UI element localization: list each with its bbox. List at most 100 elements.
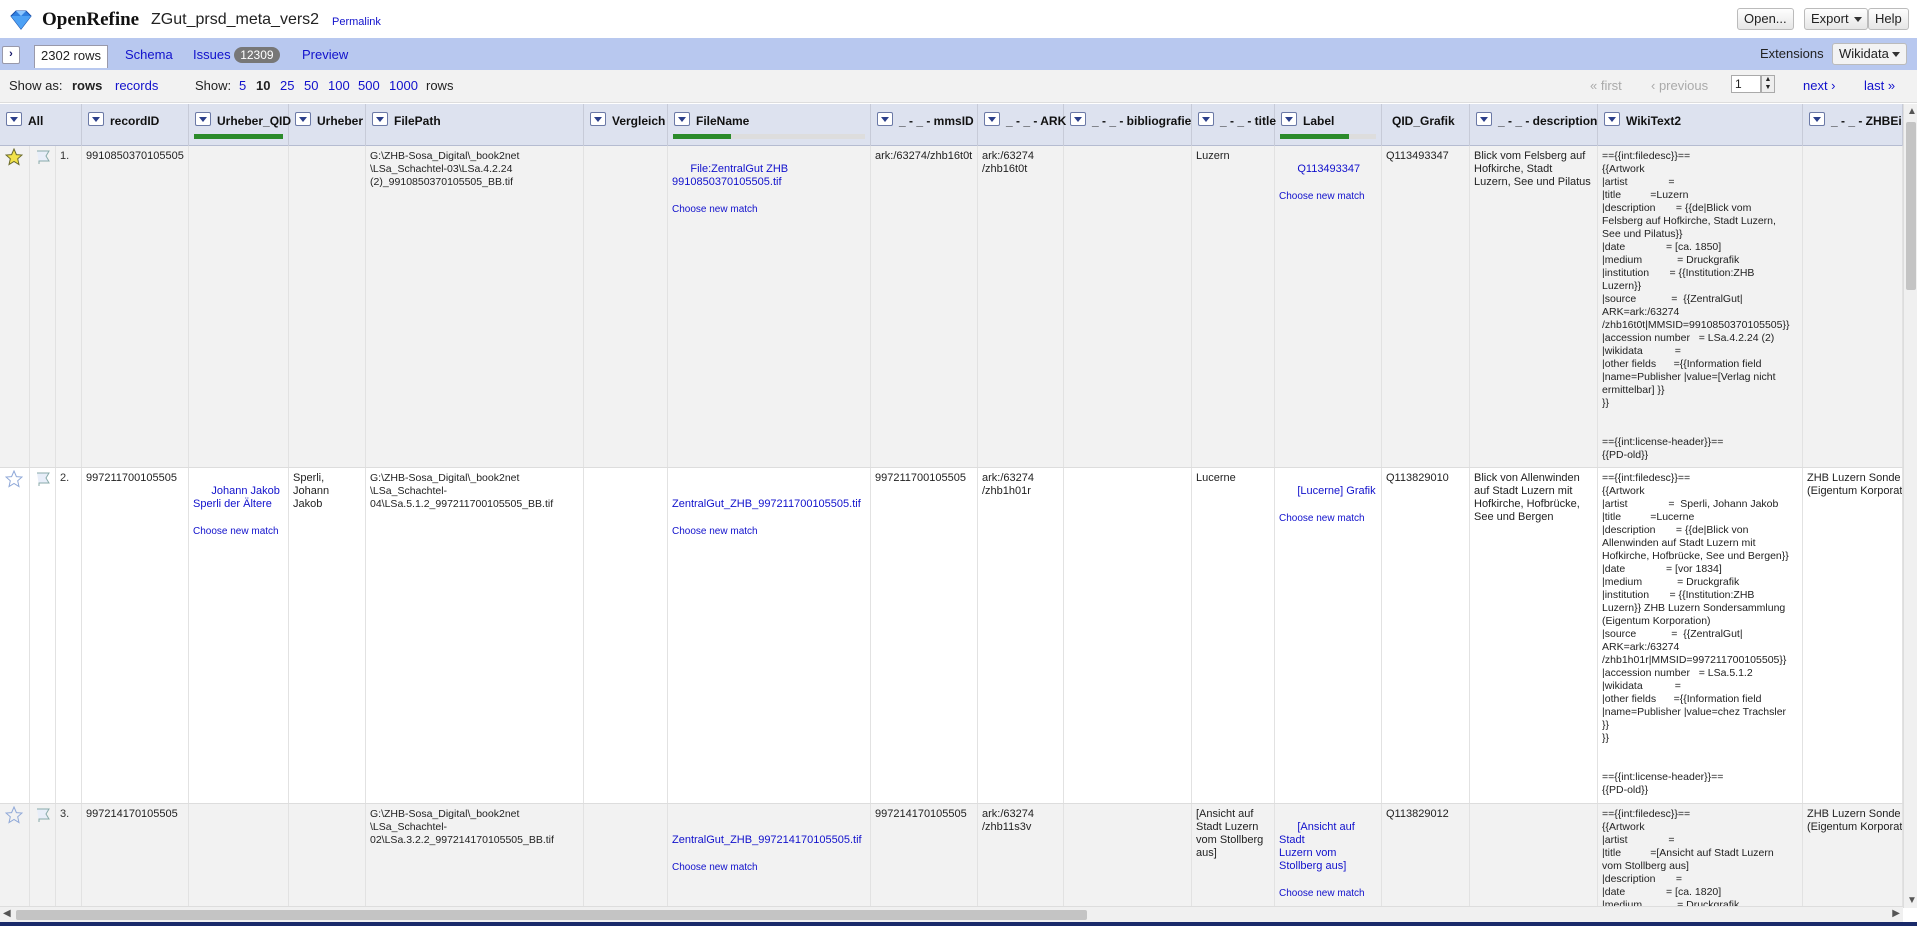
wikitext-cell[interactable]: =={{int:filedesc}}== {{Artwork |artist =… (1598, 468, 1803, 803)
column-menu-icon[interactable] (1070, 112, 1086, 126)
horizontal-scroll-thumb[interactable] (16, 910, 1087, 920)
toggle-left-panel-icon[interactable]: › (2, 46, 20, 64)
scroll-right-icon[interactable]: ▶ (1892, 908, 1900, 919)
choose-new-match-link[interactable]: Choose new match (1279, 190, 1377, 203)
previous-page-link[interactable]: ‹ previous (1651, 78, 1708, 93)
page-size-5[interactable]: 5 (239, 78, 246, 93)
column-menu-icon[interactable] (195, 112, 211, 126)
column-menu-icon[interactable] (88, 112, 104, 126)
tab-preview[interactable]: Preview (296, 45, 354, 68)
vertical-scrollbar[interactable]: ▲ ▼ (1903, 104, 1917, 908)
title-cell[interactable]: [Ansicht auf Stadt Luzern vom Stollberg … (1192, 804, 1275, 908)
tab-issues[interactable]: Issues 12309 (187, 45, 286, 68)
ark-cell[interactable]: ark:/63274 /zhb16t0t (978, 146, 1064, 467)
title-cell[interactable]: Luzern (1192, 146, 1275, 467)
page-size-100[interactable]: 100 (328, 78, 350, 93)
bibliografie-cell[interactable] (1064, 804, 1192, 908)
page-size-500[interactable]: 500 (358, 78, 380, 93)
column-menu-icon[interactable] (590, 112, 606, 126)
project-name[interactable]: ZGut_prsd_meta_vers2 (151, 11, 319, 29)
choose-new-match-link[interactable]: Choose new match (1279, 512, 1377, 525)
flag-icon[interactable] (34, 148, 52, 166)
label-match-link[interactable]: [Lucerne] Grafik (1297, 485, 1375, 497)
open-button[interactable]: Open... (1737, 8, 1794, 30)
column-menu-icon[interactable] (1198, 112, 1214, 126)
zhbeige-cell[interactable]: ZHB Luzern Sonde (Eigentum Korporat (1803, 468, 1903, 803)
column-menu-icon[interactable] (1604, 112, 1620, 126)
mmsid-cell[interactable]: 997214170105505 (871, 804, 978, 908)
column-menu-icon[interactable] (6, 112, 22, 126)
filepath-cell[interactable]: G:\ZHB-Sosa_Digital\_book2net \LSa_Schac… (366, 468, 584, 803)
tab-schema[interactable]: Schema (119, 45, 179, 68)
permalink-link[interactable]: Permalink (332, 16, 381, 28)
urheber-qid-match-link[interactable]: Johann Jakob Sperli der Ältere (193, 485, 280, 510)
filename-cell[interactable]: File:ZentralGut ZHB 9910850370105505.tif… (668, 146, 871, 467)
page-size-25[interactable]: 25 (280, 78, 294, 93)
scroll-down-icon[interactable]: ▼ (1907, 895, 1917, 906)
column-header-urheber[interactable]: Urheber (289, 104, 366, 146)
wikidata-extension-button[interactable]: Wikidata (1832, 43, 1908, 65)
vergleich-cell[interactable] (584, 146, 668, 467)
column-header-zhbeige[interactable]: _ - _ - ZHBEige (1803, 104, 1903, 146)
label-cell[interactable]: [Ansicht auf Stadt Luzern vom Stollberg … (1275, 804, 1382, 908)
bibliografie-cell[interactable] (1064, 468, 1192, 803)
urheber-qid-cell[interactable]: Johann Jakob Sperli der Ältere Choose ne… (189, 468, 289, 803)
column-menu-icon[interactable] (1281, 112, 1297, 126)
column-header-mmsid[interactable]: _ - _ - mmsID (871, 104, 978, 146)
column-menu-icon[interactable] (295, 112, 311, 126)
page-number-input[interactable]: 1 (1731, 75, 1761, 93)
label-cell[interactable]: Q113493347 Choose new match (1275, 146, 1382, 467)
wikitext-cell[interactable]: =={{int:filedesc}}== {{Artwork |artist =… (1598, 804, 1803, 908)
wikitext-cell[interactable]: =={{int:filedesc}}== {{Artwork |artist =… (1598, 146, 1803, 467)
filename-cell[interactable]: ZentralGut_ZHB_997211700105505.tif Choos… (668, 468, 871, 803)
label-cell[interactable]: [Lucerne] Grafik Choose new match (1275, 468, 1382, 803)
page-stepper-icon[interactable]: ▲ ▼ (1761, 75, 1775, 93)
column-menu-icon[interactable] (1476, 112, 1492, 126)
page-size-1000[interactable]: 1000 (389, 78, 418, 93)
scroll-up-icon[interactable]: ▲ (1907, 106, 1917, 117)
description-cell[interactable]: Blick vom Felsberg auf Hofkirche, Stadt … (1470, 146, 1598, 467)
urheber-cell[interactable] (289, 804, 366, 908)
page-size-50[interactable]: 50 (304, 78, 318, 93)
vergleich-cell[interactable] (584, 804, 668, 908)
tab-rows[interactable]: 2302 rows (34, 45, 108, 68)
column-header-filename[interactable]: FileName (668, 104, 871, 146)
choose-new-match-link[interactable]: Choose new match (672, 203, 866, 216)
column-menu-icon[interactable] (877, 112, 893, 126)
column-header-recordid[interactable]: recordID (82, 104, 189, 146)
description-cell[interactable]: Blick von Allenwinden auf Stadt Luzern m… (1470, 468, 1598, 803)
choose-new-match-link[interactable]: Choose new match (672, 861, 866, 874)
choose-new-match-link[interactable]: Choose new match (193, 525, 284, 538)
qid-grafik-cell[interactable]: Q113829010 (1382, 468, 1470, 803)
next-page-link[interactable]: next › (1803, 78, 1836, 93)
openrefine-logo-icon[interactable] (8, 10, 34, 30)
star-icon[interactable] (5, 806, 23, 824)
recordid-cell[interactable]: 997211700105505 (82, 468, 189, 803)
choose-new-match-link[interactable]: Choose new match (672, 525, 866, 538)
urheber-cell[interactable] (289, 146, 366, 467)
filepath-cell[interactable]: G:\ZHB-Sosa_Digital\_book2net \LSa_Schac… (366, 146, 584, 467)
ark-cell[interactable]: ark:/63274 /zhb1h01r (978, 468, 1064, 803)
export-button[interactable]: Export (1804, 8, 1868, 30)
title-cell[interactable]: Lucerne (1192, 468, 1275, 803)
column-header-filepath[interactable]: FilePath (366, 104, 584, 146)
label-match-link[interactable]: [Ansicht auf Stadt Luzern vom Stollberg … (1279, 821, 1358, 872)
column-header-description[interactable]: _ - _ - description (1470, 104, 1598, 146)
column-menu-icon[interactable] (372, 112, 388, 126)
horizontal-scrollbar[interactable]: ◀ ▶ (0, 906, 1903, 922)
column-header-all[interactable]: All (0, 104, 82, 146)
recordid-cell[interactable]: 997214170105505 (82, 804, 189, 908)
filename-match-link[interactable]: ZentralGut_ZHB_997211700105505.tif (672, 498, 861, 510)
filepath-cell[interactable]: G:\ZHB-Sosa_Digital\_book2net \LSa_Schac… (366, 804, 584, 908)
filename-match-link[interactable]: ZentralGut_ZHB_997214170105505.tif (672, 834, 862, 846)
app-name[interactable]: OpenRefine (42, 9, 139, 31)
first-page-link[interactable]: « first (1590, 78, 1622, 93)
column-menu-icon[interactable] (674, 112, 690, 126)
column-header-urheber-qid[interactable]: Urheber_QID (189, 104, 291, 146)
column-header-vergleich[interactable]: Vergleich (584, 104, 668, 146)
ark-cell[interactable]: ark:/63274 /zhb11s3v (978, 804, 1064, 908)
qid-grafik-cell[interactable]: Q113493347 (1382, 146, 1470, 467)
show-as-rows[interactable]: rows (72, 78, 102, 93)
column-menu-icon[interactable] (1809, 112, 1825, 126)
last-page-link[interactable]: last » (1864, 78, 1895, 93)
